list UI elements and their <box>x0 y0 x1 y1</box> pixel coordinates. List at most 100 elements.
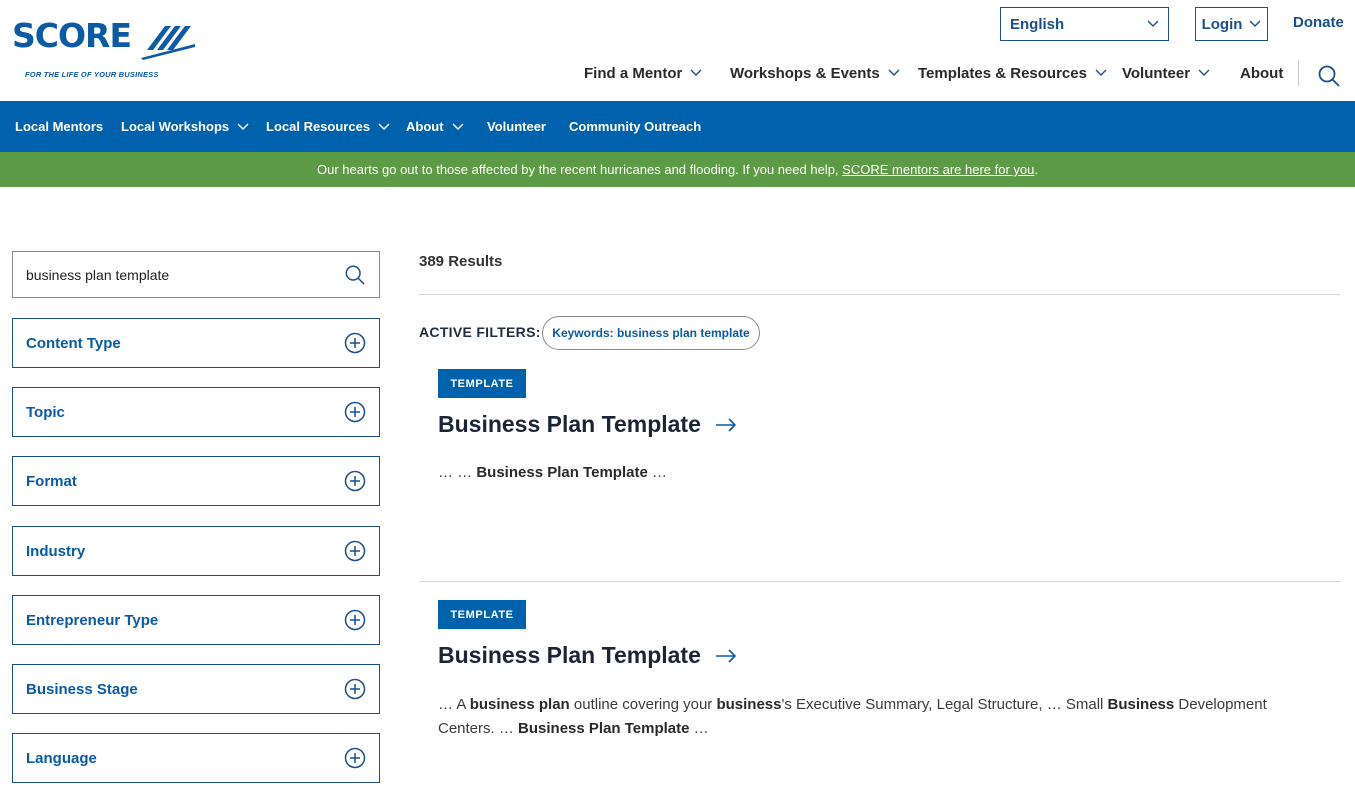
arrow-right-icon <box>715 417 737 432</box>
snippet-highlight: Business <box>1107 696 1175 713</box>
filter-label: Entrepreneur Type <box>26 611 159 629</box>
site-header: SCORE FOR THE LIFE OF YOUR BUSINESS Engl… <box>0 0 1355 101</box>
filter-label: Business Stage <box>26 680 138 698</box>
filter-content-type[interactable]: Content Type <box>12 318 380 368</box>
divider <box>419 581 1340 582</box>
filter-industry[interactable]: Industry <box>12 526 380 576</box>
filter-label: Content Type <box>26 334 121 352</box>
chevron-down-icon <box>1147 20 1159 27</box>
language-select[interactable]: English <box>1000 7 1169 41</box>
main-nav-workshops-events[interactable]: Workshops & Events <box>730 62 900 84</box>
snippet-text: 's Executive Summary, Legal Structure, …… <box>781 696 1108 713</box>
local-nav-local-workshops[interactable]: Local Workshops <box>121 101 249 152</box>
logo-tagline: FOR THE LIFE OF YOUR BUSINESS <box>25 70 159 79</box>
chevron-down-icon <box>690 69 702 76</box>
divider <box>419 294 1340 295</box>
main-nav-label: Workshops & Events <box>730 64 880 82</box>
local-nav-community-outreach[interactable]: Community Outreach <box>569 101 701 152</box>
plus-circle-icon <box>344 401 366 423</box>
alert-suffix: . <box>1034 162 1038 177</box>
keyword-search-field[interactable]: business plan template <box>12 251 380 298</box>
filter-format[interactable]: Format <box>12 456 380 506</box>
result-type-badge: TEMPLATE <box>438 600 526 629</box>
snippet-text: … <box>689 720 709 737</box>
snippet-highlight: Business Plan Template <box>518 720 690 737</box>
result-snippet: … A business plan outline covering your … <box>438 693 1318 741</box>
alert-link[interactable]: SCORE mentors are here for you <box>842 162 1034 177</box>
snippet-text: … A <box>438 696 470 713</box>
result-title-link[interactable]: Business Plan Template <box>438 642 737 669</box>
chevron-down-icon <box>888 69 900 76</box>
active-filter-chip-label: Keywords: business plan template <box>552 326 750 340</box>
local-nav-label: Volunteer <box>487 119 546 134</box>
alert-banner: Our hearts go out to those affected by t… <box>0 152 1355 187</box>
filter-topic[interactable]: Topic <box>12 387 380 437</box>
filter-entrepreneur-type[interactable]: Entrepreneur Type <box>12 595 380 645</box>
login-label: Login <box>1201 15 1243 33</box>
chevron-down-icon <box>1095 69 1107 76</box>
result-snippet: … … Business Plan Template … <box>438 461 1318 485</box>
filter-label: Topic <box>26 403 65 421</box>
plus-circle-icon <box>344 678 366 700</box>
main-nav-label: About <box>1240 64 1284 82</box>
local-nav-local-mentors[interactable]: Local Mentors <box>15 101 103 152</box>
snippet-highlight: business <box>716 696 782 713</box>
arrow-right-icon <box>715 648 737 663</box>
donate-link[interactable]: Donate <box>1293 14 1344 31</box>
result-type-label: TEMPLATE <box>450 377 514 390</box>
main-nav-find-a-mentor[interactable]: Find a Mentor <box>584 62 702 84</box>
active-filter-chip[interactable]: Keywords: business plan template <box>542 316 760 350</box>
snippet-text: … … <box>438 464 477 481</box>
plus-circle-icon <box>344 332 366 354</box>
snippet-text: outline covering your <box>569 696 717 713</box>
local-nav-label: Local Resources <box>266 119 371 134</box>
plus-circle-icon <box>344 470 366 492</box>
local-nav-label: About <box>406 119 444 134</box>
score-logo[interactable]: SCORE FOR THE LIFE OF YOUR BUSINESS <box>12 18 202 82</box>
main-nav-about[interactable]: About <box>1240 62 1283 84</box>
nav-divider <box>1298 60 1299 86</box>
chevron-down-icon <box>1198 69 1210 76</box>
main-nav-label: Volunteer <box>1122 64 1191 82</box>
main-nav-label: Find a Mentor <box>584 64 683 82</box>
login-button[interactable]: Login <box>1195 7 1268 41</box>
filter-label: Language <box>26 749 97 767</box>
local-nav-bar: Local Mentors Local Workshops Local Reso… <box>0 101 1355 152</box>
filter-language[interactable]: Language <box>12 733 380 783</box>
plus-circle-icon <box>344 609 366 631</box>
alert-message: Our hearts go out to those affected by t… <box>317 162 1038 177</box>
keyword-search-value[interactable]: business plan template <box>26 267 169 283</box>
active-filters-label: ACTIVE FILTERS: <box>419 324 541 340</box>
search-icon[interactable] <box>1317 64 1341 88</box>
main-nav-label: Templates & Resources <box>918 64 1087 82</box>
result-title: Business Plan Template <box>438 411 701 437</box>
chevron-down-icon <box>452 123 464 130</box>
local-nav-local-resources[interactable]: Local Resources <box>266 101 390 152</box>
result-type-badge: TEMPLATE <box>438 369 526 398</box>
results-count: 389 Results <box>419 253 503 270</box>
main-nav-templates-resources[interactable]: Templates & Resources <box>918 62 1107 84</box>
result-title-link[interactable]: Business Plan Template <box>438 411 737 438</box>
alert-text: Our hearts go out to those affected by t… <box>316 162 839 177</box>
result-title: Business Plan Template <box>438 642 701 668</box>
filter-business-stage[interactable]: Business Stage <box>12 664 380 714</box>
main-nav-volunteer[interactable]: Volunteer <box>1122 62 1210 84</box>
filter-label: Industry <box>26 542 86 560</box>
chevron-down-icon <box>237 123 249 130</box>
plus-circle-icon <box>344 540 366 562</box>
snippet-text: … <box>647 464 667 481</box>
result-type-label: TEMPLATE <box>450 608 514 621</box>
snippet-highlight: business plan <box>469 696 570 713</box>
local-nav-label: Local Mentors <box>15 119 104 134</box>
local-nav-volunteer[interactable]: Volunteer <box>487 101 546 152</box>
plus-circle-icon <box>344 747 366 769</box>
chevron-down-icon <box>378 123 390 130</box>
filter-label: Format <box>26 472 77 490</box>
logo-stripes-icon <box>141 26 195 60</box>
logo-wordmark: SCORE <box>12 16 132 55</box>
local-nav-label: Local Workshops <box>121 119 230 134</box>
local-nav-about[interactable]: About <box>406 101 464 152</box>
local-nav-label: Community Outreach <box>569 119 702 134</box>
snippet-highlight: Business Plan Template <box>476 464 648 481</box>
search-icon[interactable] <box>344 264 366 286</box>
